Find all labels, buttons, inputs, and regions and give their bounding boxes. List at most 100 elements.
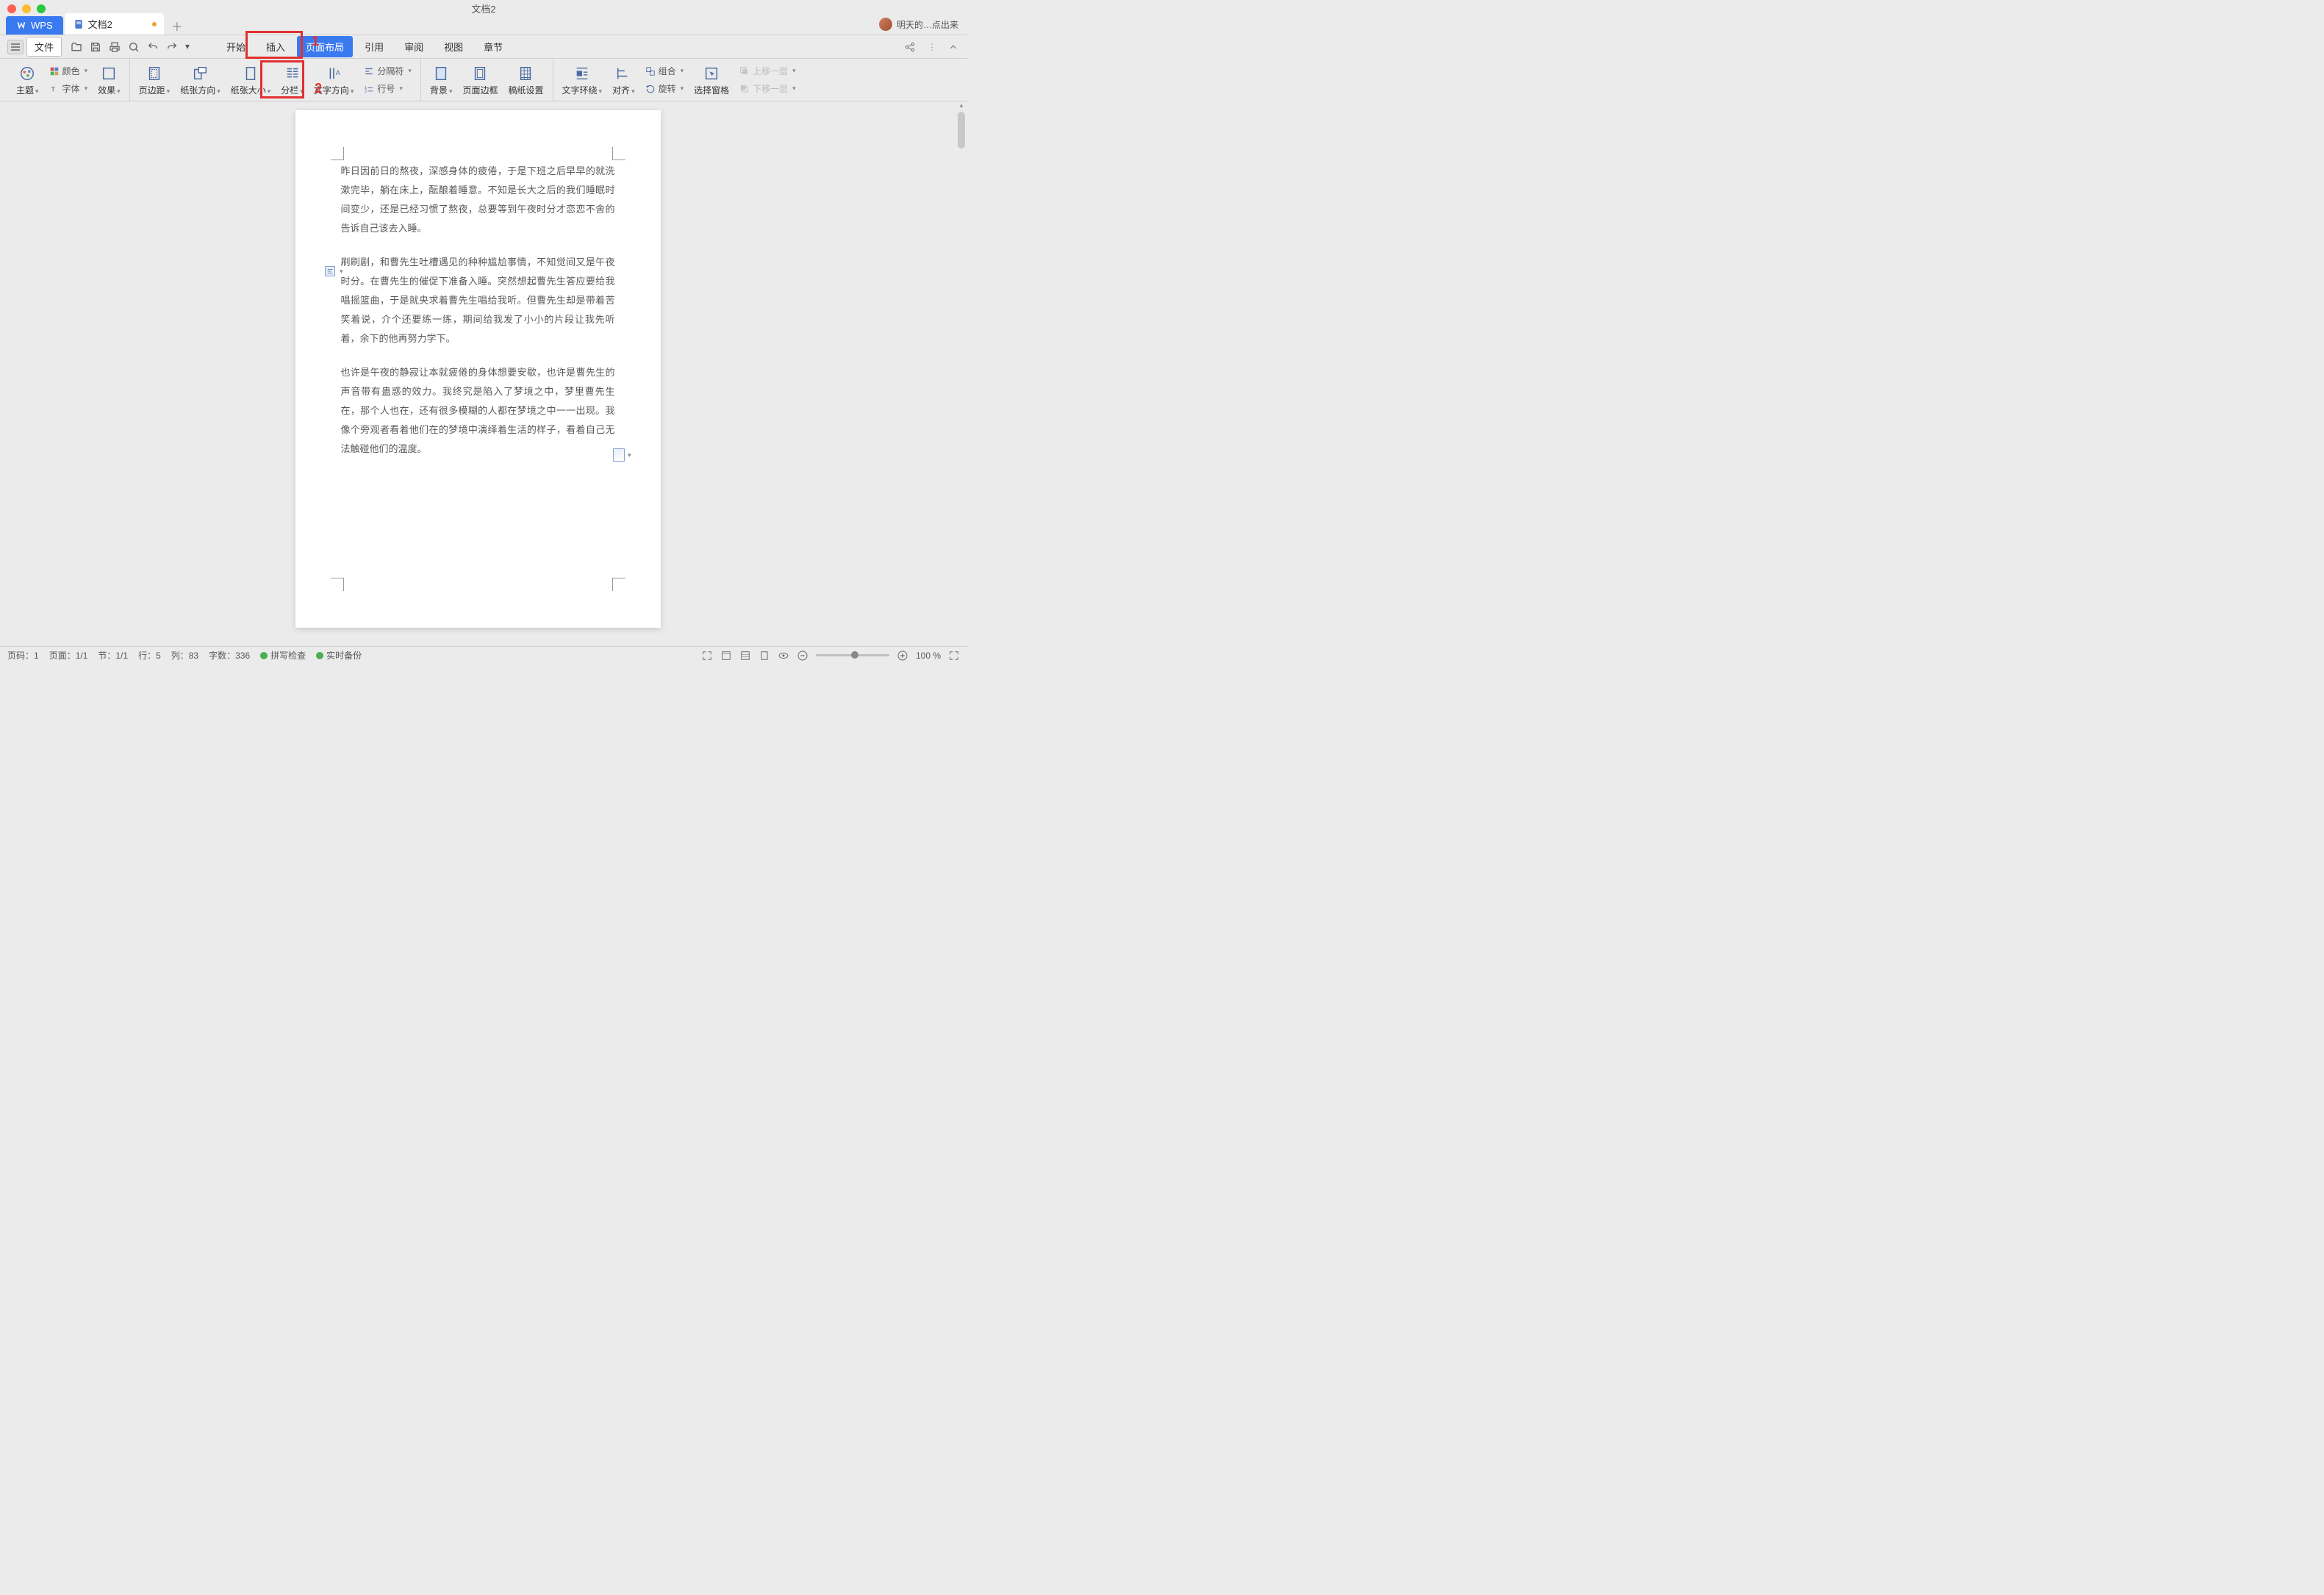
fit-page-icon[interactable] <box>701 650 713 662</box>
view-mode-3-icon[interactable] <box>758 650 770 662</box>
vertical-scrollbar[interactable]: ▴ <box>955 101 967 646</box>
paragraph[interactable]: 昨日因前日的熬夜，深感身体的疲倦，于是下班之后早早的就洗漱完毕，躺在床上，酝酿着… <box>341 162 615 238</box>
align-label: 对齐 <box>612 84 635 96</box>
status-word-count[interactable]: 字数：336 <box>209 649 250 662</box>
collapse-ribbon-icon[interactable] <box>948 42 958 52</box>
margin-button[interactable]: 页边距 <box>136 63 173 101</box>
open-icon[interactable] <box>71 41 82 53</box>
group-button[interactable]: 组合 <box>642 63 687 79</box>
effect-button[interactable]: 效果 <box>95 63 123 101</box>
status-section[interactable]: 节：1/1 <box>98 649 128 662</box>
zoom-slider[interactable] <box>816 654 889 656</box>
view-mode-2-icon[interactable] <box>739 650 751 662</box>
zoom-out-button[interactable] <box>797 650 808 662</box>
redo-icon[interactable] <box>166 41 178 53</box>
paragraph-marker-button[interactable] <box>325 266 335 276</box>
breaks-button[interactable]: 分隔符 <box>361 63 415 79</box>
qat-more-icon[interactable]: ▾ <box>185 41 197 53</box>
ribbon-group-page-setup: 页边距 纸张方向 纸张大小 分栏 A 文字方向 分隔符 12行号 <box>130 59 421 101</box>
selection-pane-icon <box>702 65 721 82</box>
tab-review[interactable]: 审阅 <box>395 36 432 57</box>
font-button[interactable]: T字体 <box>46 81 91 96</box>
paragraph[interactable]: 刷刷剧，和曹先生吐槽遇见的种种尴尬事情，不知觉间又是午夜时分。在曹先生的催促下准… <box>341 253 615 348</box>
scroll-up-icon[interactable]: ▴ <box>955 101 967 112</box>
align-icon <box>614 65 633 82</box>
eye-icon[interactable] <box>778 650 789 662</box>
theme-label: 主题 <box>16 84 39 96</box>
preview-icon[interactable] <box>128 41 140 53</box>
user-name: 明天的…点出来 <box>897 18 958 31</box>
mac-minimize-button[interactable] <box>22 4 31 13</box>
ribbon-group-arrange: 文字环绕 对齐 组合 旋转 选择窗格 上移一层 下移一层 <box>553 59 805 101</box>
save-icon[interactable] <box>90 41 101 53</box>
tab-insert[interactable]: 插入 <box>257 36 294 57</box>
scroll-thumb[interactable] <box>958 112 965 148</box>
doc-floating-button[interactable] <box>613 448 631 462</box>
rotate-button[interactable]: 旋转 <box>642 81 687 96</box>
user-area[interactable]: 明天的…点出来 <box>879 18 958 31</box>
tab-add-button[interactable]: ＋ <box>168 17 186 35</box>
tab-chapter[interactable]: 章节 <box>475 36 512 57</box>
mac-zoom-button[interactable] <box>37 4 46 13</box>
text-direction-icon: A <box>324 65 343 82</box>
size-button[interactable]: 纸张大小 <box>228 63 274 101</box>
file-menu-button[interactable]: 文件 <box>26 37 62 57</box>
fullscreen-icon[interactable] <box>948 650 960 662</box>
print-icon[interactable] <box>109 41 121 53</box>
document-page[interactable]: 昨日因前日的熬夜，深感身体的疲倦，于是下班之后早早的就洗漱完毕，躺在床上，酝酿着… <box>295 110 661 628</box>
background-button[interactable]: 背景 <box>427 63 456 101</box>
spellcheck-button[interactable]: 拼写检查 <box>260 649 306 662</box>
margin-corner-icon <box>331 578 344 591</box>
tab-start[interactable]: 开始 <box>218 36 254 57</box>
selection-pane-button[interactable]: 选择窗格 <box>691 63 732 101</box>
zoom-in-button[interactable] <box>897 650 908 662</box>
backup-button[interactable]: 实时备份 <box>316 649 362 662</box>
wrap-button[interactable]: 文字环绕 <box>559 63 606 101</box>
background-icon <box>431 65 451 82</box>
hamburger-button[interactable] <box>7 40 24 54</box>
document-body[interactable]: 昨日因前日的熬夜，深感身体的疲倦，于是下班之后早早的就洗漱完毕，躺在床上，酝酿着… <box>341 162 615 459</box>
tab-wps-home[interactable]: WPS <box>6 16 63 35</box>
green-dot-icon <box>316 652 323 659</box>
selection-pane-label: 选择窗格 <box>694 84 729 96</box>
svg-text:2: 2 <box>365 89 367 93</box>
manuscript-button[interactable]: 稿纸设置 <box>505 63 546 101</box>
svg-text:A: A <box>336 69 341 76</box>
zoom-slider-thumb[interactable] <box>851 651 858 659</box>
ribbon-group-theme: 主题 颜色 T字体 效果 <box>7 59 130 101</box>
doc-icon <box>73 19 84 29</box>
mac-close-button[interactable] <box>7 4 16 13</box>
status-page[interactable]: 页面：1/1 <box>49 649 88 662</box>
send-backward-icon <box>739 84 750 94</box>
tab-doc-label: 文档2 <box>88 17 112 31</box>
status-column[interactable]: 列：83 <box>171 649 198 662</box>
rotate-icon <box>645 84 656 94</box>
orientation-button[interactable]: 纸张方向 <box>177 63 223 101</box>
page-border-button[interactable]: 页面边框 <box>459 63 501 101</box>
columns-button[interactable]: 分栏 <box>278 63 306 101</box>
color-button[interactable]: 颜色 <box>46 63 91 79</box>
bring-forward-button[interactable]: 上移一层 <box>736 63 799 79</box>
status-page-number[interactable]: 页码：1 <box>7 649 39 662</box>
more-icon[interactable]: ⋮ <box>928 42 936 52</box>
view-mode-1-icon[interactable] <box>720 650 732 662</box>
tab-wps-label: WPS <box>31 20 53 31</box>
tab-reference[interactable]: 引用 <box>356 36 392 57</box>
effect-label: 效果 <box>98 84 121 96</box>
zoom-level[interactable]: 100 % <box>916 650 941 661</box>
tab-page-layout[interactable]: 页面布局 <box>297 36 353 57</box>
tab-view[interactable]: 视图 <box>435 36 472 57</box>
send-backward-button[interactable]: 下移一层 <box>736 81 799 96</box>
line-number-button[interactable]: 12行号 <box>361 81 415 96</box>
columns-icon <box>283 65 302 82</box>
status-line[interactable]: 行：5 <box>138 649 161 662</box>
margin-corner-icon <box>612 147 625 160</box>
theme-button[interactable]: 主题 <box>13 63 42 101</box>
ribbon-group-background: 背景 页面边框 稿纸设置 <box>421 59 553 101</box>
undo-icon[interactable] <box>147 41 159 53</box>
paragraph[interactable]: 也许是午夜的静寂让本就疲倦的身体想要安歇，也许是曹先生的声音带有蛊惑的效力。我终… <box>341 363 615 459</box>
paragraph-icon <box>326 268 334 275</box>
align-button[interactable]: 对齐 <box>609 63 638 101</box>
share-icon[interactable] <box>904 41 916 53</box>
tab-document[interactable]: 文档2 <box>65 13 164 35</box>
